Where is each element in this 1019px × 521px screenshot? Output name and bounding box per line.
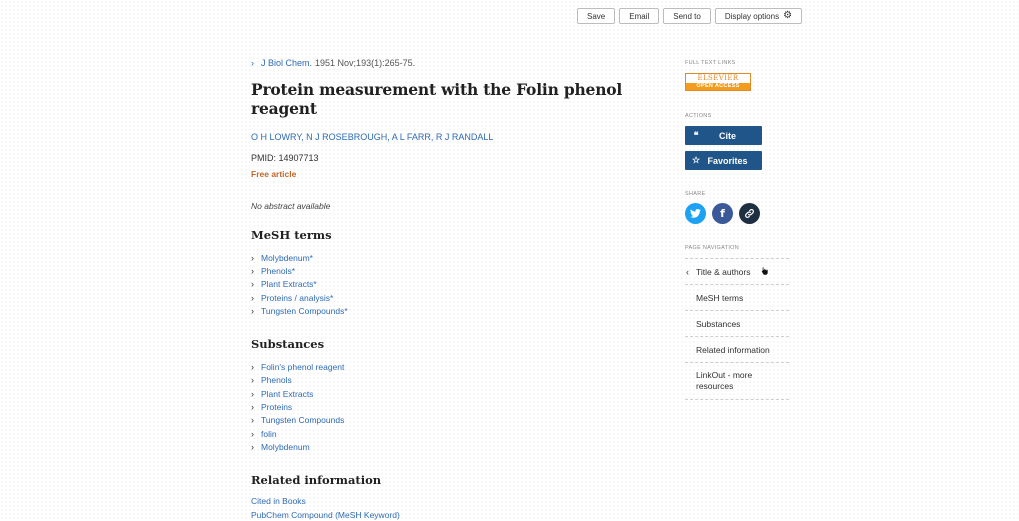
- display-options-button[interactable]: Display options ⚙: [714, 8, 803, 24]
- nav-label: LinkOut - more resources: [696, 370, 753, 391]
- substance-label: Phenols: [261, 375, 292, 386]
- mesh-term-label: Tungsten Compounds*: [261, 305, 348, 316]
- substance-item[interactable]: › Folin's phenol reagent: [251, 360, 651, 373]
- elsevier-logo-text: ELSEVIER: [697, 74, 739, 82]
- cite-label: Cite: [718, 130, 736, 141]
- actions-label: ACTIONS: [685, 113, 712, 119]
- chevron-left-icon: ‹: [686, 266, 689, 277]
- full-text-links-label: FULL TEXT LINKS: [685, 60, 736, 66]
- save-button[interactable]: Save: [577, 8, 616, 24]
- chevron-right-icon: ›: [251, 265, 254, 276]
- substance-label: Proteins: [261, 402, 293, 413]
- nav-label: Related information: [696, 344, 770, 355]
- mesh-term-item[interactable]: › Phenols*: [251, 264, 651, 277]
- chevron-right-icon: ›: [251, 252, 254, 263]
- quote-icon: ❝: [693, 130, 699, 140]
- substance-item[interactable]: › Proteins: [251, 400, 651, 413]
- chevron-right-icon: ›: [251, 428, 254, 439]
- nav-related-information[interactable]: Related information: [685, 337, 789, 363]
- page-navigation-label: PAGE NAVIGATION: [685, 245, 740, 251]
- open-access-text: OPEN ACCESS: [686, 83, 750, 90]
- related-link[interactable]: PubChem Compound (MeSH Keyword): [251, 508, 651, 521]
- article-main: › J Biol Chem. 1951 Nov;193(1):265-75. P…: [251, 58, 651, 521]
- copy-link-button[interactable]: [739, 203, 760, 224]
- chevron-right-icon: ›: [251, 415, 254, 426]
- mesh-term-label: Plant Extracts*: [261, 279, 317, 290]
- no-abstract-text: No abstract available: [251, 201, 331, 211]
- send-to-button[interactable]: Send to: [663, 8, 711, 24]
- nav-mesh-terms[interactable]: MeSH terms: [685, 285, 789, 311]
- mesh-term-item[interactable]: › Plant Extracts*: [251, 278, 651, 291]
- display-options-label: Display options: [724, 11, 780, 21]
- facebook-icon: f: [720, 207, 725, 220]
- share-label: SHARE: [685, 191, 706, 197]
- gear-icon: ⚙: [783, 10, 793, 21]
- twitter-share-button[interactable]: [685, 203, 706, 224]
- facebook-share-button[interactable]: f: [712, 203, 733, 224]
- mesh-term-item[interactable]: › Molybdenum*: [251, 251, 651, 264]
- substance-item[interactable]: › Phenols: [251, 374, 651, 387]
- favorites-button[interactable]: ☆ Favorites: [685, 151, 762, 170]
- citation-text: 1951 Nov;193(1):265-75.: [315, 58, 416, 68]
- chevron-right-icon: ›: [251, 58, 254, 68]
- journal-citation: › J Biol Chem. 1951 Nov;193(1):265-75.: [251, 58, 651, 68]
- nav-linkout[interactable]: LinkOut - more resources: [685, 363, 789, 400]
- mesh-terms-list: › Molybdenum* › Phenols* › Plant Extracts* …: [251, 251, 651, 317]
- nav-label: MeSH terms: [696, 292, 744, 303]
- related-information-list: Cited in Books PubChem Compound (MeSH Ke…: [251, 495, 651, 521]
- share-buttons: f: [685, 203, 790, 224]
- substances-list: › Folin's phenol reagent › Phenols › Plant …: [251, 360, 651, 453]
- related-information-heading: Related information: [251, 472, 382, 487]
- toolbar: Save Email Send to Display options ⚙: [577, 8, 803, 24]
- substance-item[interactable]: › Tungsten Compounds: [251, 414, 651, 427]
- pmid: PMID: 14907713: [251, 153, 319, 163]
- mesh-term-item[interactable]: › Proteins / analysis*: [251, 291, 651, 304]
- chevron-right-icon: ›: [251, 441, 254, 452]
- free-article-badge: Free article: [251, 169, 297, 179]
- link-icon: [745, 209, 754, 218]
- mesh-terms-heading: MeSH terms: [251, 228, 332, 242]
- substance-label: Folin's phenol reagent: [261, 362, 345, 373]
- substance-item[interactable]: › Molybdenum: [251, 440, 651, 453]
- mesh-term-label: Phenols*: [261, 265, 296, 276]
- mouse-cursor-icon: [761, 266, 769, 276]
- twitter-icon: [690, 209, 701, 218]
- page-navigation-list: ‹ Title & authors MeSH terms Substances R…: [685, 258, 789, 400]
- favorites-label: Favorites: [707, 155, 748, 166]
- chevron-right-icon: ›: [251, 362, 254, 373]
- substance-label: Tungsten Compounds: [261, 415, 345, 426]
- elsevier-open-access-link[interactable]: ELSEVIER OPEN ACCESS: [685, 73, 751, 91]
- chevron-right-icon: ›: [251, 305, 254, 316]
- mesh-term-label: Molybdenum*: [261, 252, 313, 263]
- substance-label: Plant Extracts: [261, 388, 314, 399]
- chevron-right-icon: ›: [251, 402, 254, 413]
- star-icon: ☆: [691, 155, 701, 165]
- substance-label: folin: [261, 428, 277, 439]
- cite-button[interactable]: ❝ Cite: [685, 126, 762, 145]
- email-button[interactable]: Email: [619, 8, 660, 24]
- authors-list[interactable]: O H LOWRY, N J ROSEBROUGH, A L FARR, R J…: [251, 132, 651, 142]
- chevron-right-icon: ›: [251, 292, 254, 303]
- related-link[interactable]: Cited in Books: [251, 495, 651, 508]
- nav-title-authors[interactable]: ‹ Title & authors: [685, 259, 789, 285]
- chevron-right-icon: ›: [251, 388, 254, 399]
- substance-item[interactable]: › Plant Extracts: [251, 387, 651, 400]
- substances-heading: Substances: [251, 337, 325, 352]
- mesh-term-item[interactable]: › Tungsten Compounds*: [251, 304, 651, 317]
- substance-item[interactable]: › folin: [251, 427, 651, 440]
- chevron-right-icon: ›: [251, 279, 254, 290]
- nav-label: Substances: [696, 318, 741, 329]
- nav-label: Title & authors: [696, 266, 751, 277]
- journal-link[interactable]: J Biol Chem.: [261, 58, 312, 68]
- sidebar: FULL TEXT LINKS ELSEVIER OPEN ACCESS ACT…: [685, 60, 790, 400]
- page-title: Protein measurement with the Folin pheno…: [251, 80, 623, 118]
- nav-substances[interactable]: Substances: [685, 311, 789, 337]
- mesh-term-label: Proteins / analysis*: [261, 292, 334, 303]
- chevron-right-icon: ›: [251, 375, 254, 386]
- substance-label: Molybdenum: [261, 441, 310, 452]
